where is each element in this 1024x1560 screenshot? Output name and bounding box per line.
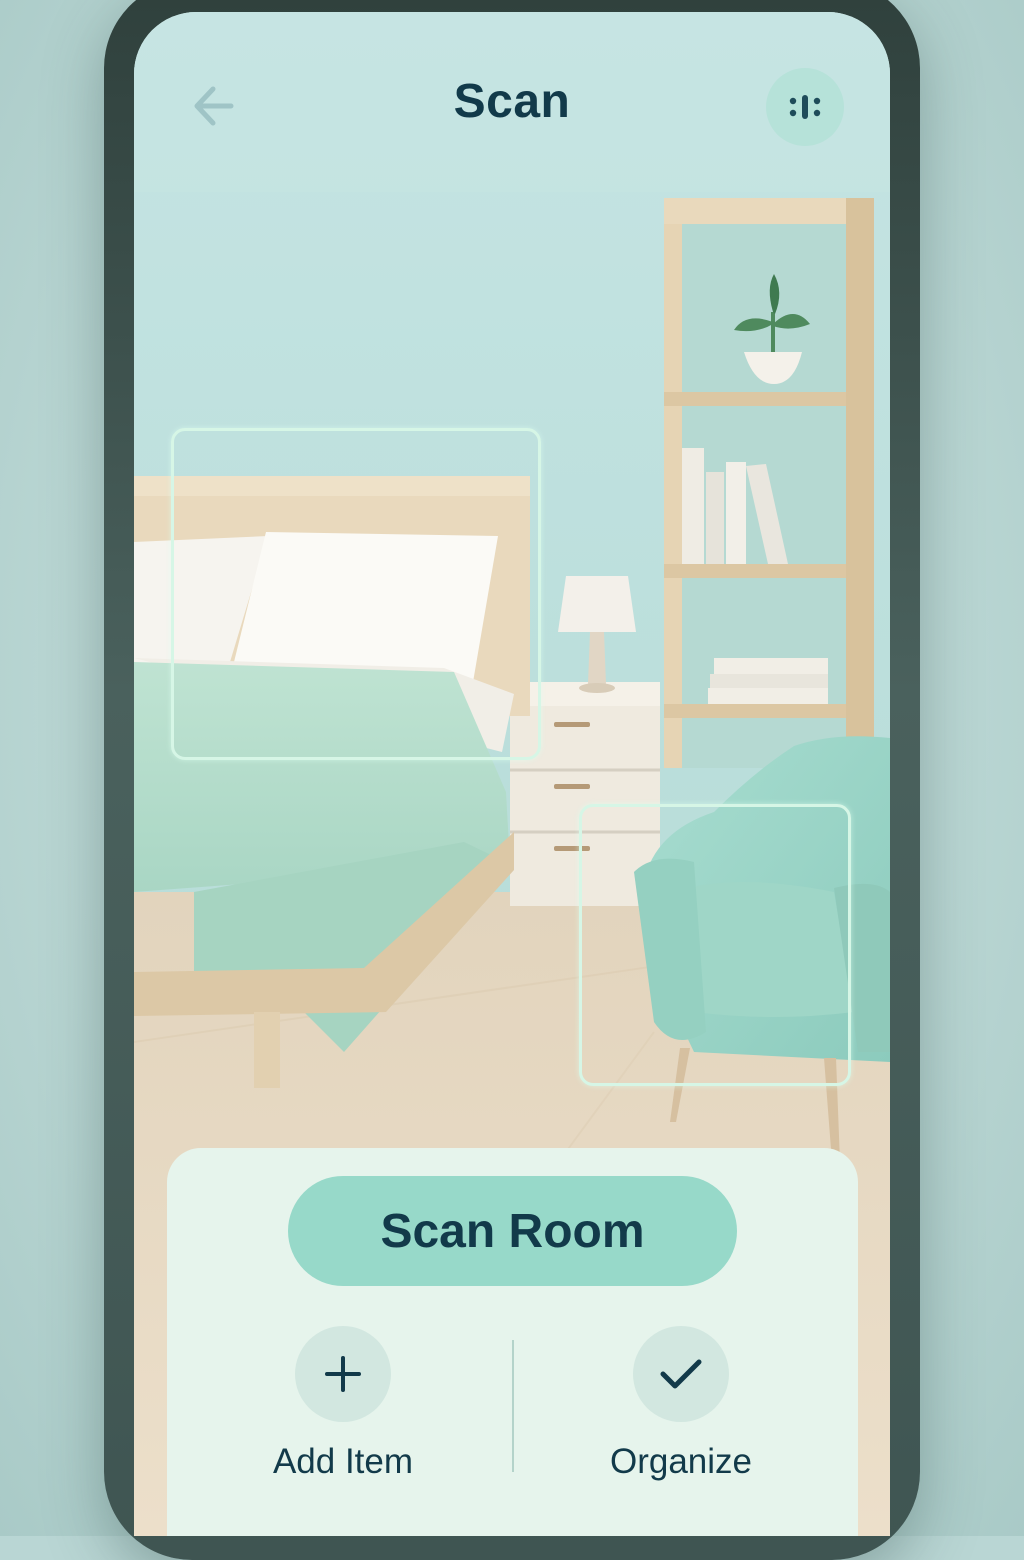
add-item-label: Add Item — [272, 1442, 414, 1481]
scan-options-button[interactable] — [766, 68, 844, 146]
plus-icon — [325, 1356, 361, 1392]
armchair-detection-box[interactable] — [579, 804, 851, 1086]
bottom-action-panel: Scan Room Add Item Organize — [167, 1148, 858, 1536]
organize-button[interactable]: Organize — [571, 1326, 791, 1486]
phone-screen: Scan Scan Room Add Item Organize — [134, 12, 890, 1536]
add-item-icon-circle — [295, 1326, 391, 1422]
organize-label: Organize — [609, 1442, 753, 1481]
header: Scan — [134, 12, 890, 192]
checkmark-icon — [660, 1359, 702, 1389]
scan-options-icon — [789, 95, 821, 119]
actions-divider — [512, 1340, 514, 1472]
organize-icon-circle — [633, 1326, 729, 1422]
add-item-button[interactable]: Add Item — [233, 1326, 453, 1486]
bookshelf — [664, 198, 874, 768]
scan-room-button[interactable]: Scan Room — [288, 1176, 737, 1286]
bed-detection-box[interactable] — [171, 428, 541, 760]
